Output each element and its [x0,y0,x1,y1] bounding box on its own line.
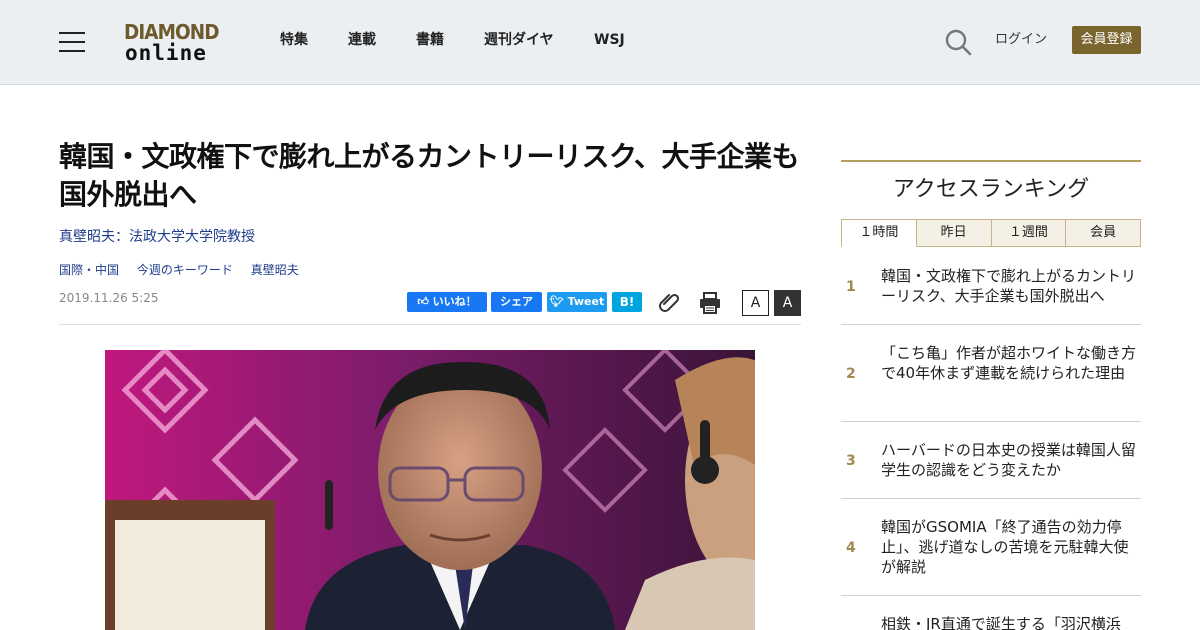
ranking-text: 相鉄・JR直通で誕生する「羽沢横浜 [881,615,1121,630]
article-title: 韓国・文政権下で膨れ上がるカントリーリスク、大手企業も国外脱出へ [59,140,799,211]
ranking-number: 1 [846,279,856,295]
ranking-item[interactable]: 4 韓国がGSOMIA「終了通告の効力停止」、逃げ道なしの苦境を元駐韓大使が解説 [841,499,1141,596]
ranking-number: 3 [846,453,856,469]
logo-text-bottom: online [125,41,207,65]
tag-link[interactable]: 真壁昭夫 [251,263,299,277]
ranking-item[interactable]: 2 「こち亀」作者が超ホワイトな働き方で40年休まず連載を続けられた理由 [841,325,1141,422]
ranking-item[interactable]: 相鉄・JR直通で誕生する「羽沢横浜 [841,596,1141,630]
ranking-title: アクセスランキング [892,177,1090,202]
facebook-share-button[interactable]: シェア [491,292,542,312]
ranking-text: 韓国がGSOMIA「終了通告の効力停止」、逃げ道なしの苦境を元駐韓大使が解説 [881,518,1129,576]
ranking-item[interactable]: 3 ハーバードの日本史の授業は韓国人留学生の認識をどう変えたか [841,422,1141,499]
tag-link[interactable]: 今週のキーワード [137,263,233,277]
nav-item-shoseki[interactable]: 書籍 [416,30,444,50]
nav-item-wsj[interactable]: WSJ [594,30,625,50]
tweet-label: Tweet [567,295,605,308]
nav-item-rensai[interactable]: 連載 [348,30,376,50]
print-icon[interactable] [698,291,722,315]
twitter-bird-icon: 🐦︎ [549,295,564,308]
article-author[interactable]: 真壁昭夫：法政大学大学院教授 [59,228,255,246]
search-icon[interactable] [944,28,972,56]
nav-item-weekly-diamond[interactable]: 週刊ダイヤ [484,30,554,50]
ranking-number: 4 [846,540,856,556]
login-link[interactable]: ログイン [995,31,1047,49]
tab-1-week[interactable]: １週間 [991,219,1067,247]
ranking-text: ハーバードの日本史の授業は韓国人留学生の認識をどう変えたか [881,441,1136,479]
nav-item-tokushu[interactable]: 特集 [280,30,308,50]
ranking-text: 「こち亀」作者が超ホワイトな働き方で40年休まず連載を続けられた理由 [881,344,1137,382]
tag-link[interactable]: 国際・中国 [59,263,119,277]
font-size-large-button[interactable]: A [774,290,801,316]
site-logo[interactable]: DIAMOND online [124,20,228,66]
menu-icon[interactable] [59,32,85,52]
paperclip-icon[interactable] [658,290,680,314]
article-date: 2019.11.26 5:25 [59,291,159,305]
divider [59,324,801,325]
facebook-like-button[interactable]: 👍︎ いいね！ [407,292,487,312]
ranking-number: 2 [846,366,856,382]
tab-1-hour[interactable]: １時間 [841,219,917,247]
register-button[interactable]: 会員登録 [1072,26,1141,54]
article-tags: 国際・中国 今週のキーワード 真壁昭夫 [59,262,313,278]
tweet-button[interactable]: 🐦︎ Tweet [547,292,607,312]
ranking-text: 韓国・文政権下で膨れ上がるカントリーリスク、大手企業も国外脱出へ [881,267,1137,305]
hatena-bookmark-button[interactable]: B! [612,292,642,312]
site-header: DIAMOND online 特集 連載 書籍 週刊ダイヤ WSJ ログイン 会… [0,0,1200,85]
font-size-normal-button[interactable]: A [742,290,769,316]
ranking-tabs: １時間 昨日 １週間 会員 [841,219,1141,247]
ranking-item[interactable]: 1 韓国・文政権下で膨れ上がるカントリーリスク、大手企業も国外脱出へ [841,248,1141,325]
sidebar-top-rule [841,160,1141,162]
thumbs-up-icon: 👍︎ [417,295,429,308]
article-photo [105,350,755,630]
tab-members[interactable]: 会員 [1066,219,1141,247]
facebook-like-label: いいね！ [432,295,477,308]
tab-yesterday[interactable]: 昨日 [916,219,992,247]
